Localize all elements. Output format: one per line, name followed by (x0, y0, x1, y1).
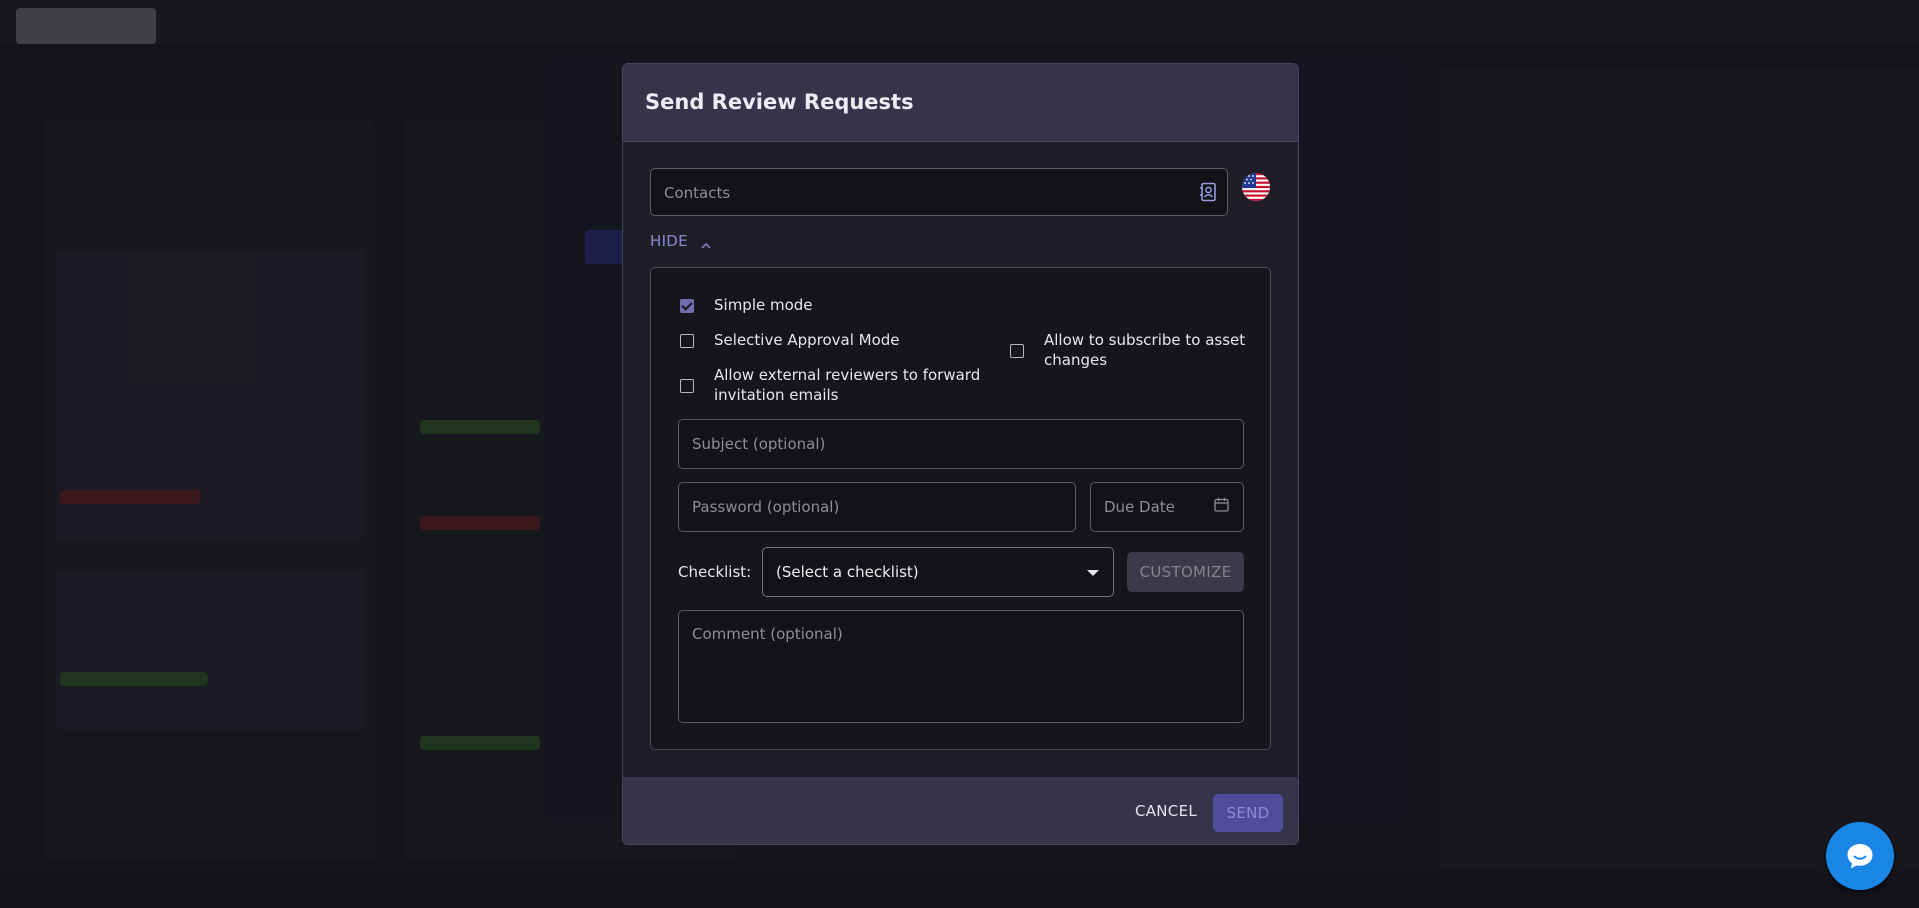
simple-mode-checkbox[interactable] (680, 299, 694, 313)
subscribe-changes-label: Allow to subscribe to asset changes (1044, 330, 1245, 370)
address-book-icon[interactable] (1199, 182, 1217, 202)
calendar-icon[interactable] (1214, 497, 1229, 512)
forward-invitations-label-line2: invitation emails (714, 386, 839, 404)
selective-approval-label: Selective Approval Mode (714, 331, 900, 349)
comment-textarea[interactable]: Comment (optional) (678, 610, 1244, 723)
dialog-header: Send Review Requests (623, 64, 1298, 142)
dialog-title: Send Review Requests (645, 90, 914, 114)
cancel-button[interactable]: CANCEL (1130, 794, 1202, 828)
forward-invitations-label-line1: Allow external reviewers to forward (714, 366, 981, 384)
forward-invitations-checkbox[interactable] (680, 379, 694, 393)
selective-approval-checkbox[interactable] (680, 334, 694, 348)
subscribe-changes-checkbox[interactable] (1010, 344, 1024, 358)
hide-label: HIDE (650, 232, 688, 250)
checklist-label: Checklist: (678, 563, 752, 581)
subject-input[interactable]: Subject (optional) (678, 419, 1244, 469)
simple-mode-label: Simple mode (714, 296, 813, 314)
subscribe-changes-label-line2: changes (1044, 351, 1108, 369)
contacts-placeholder: Contacts (664, 184, 731, 202)
chat-icon (1847, 844, 1873, 869)
subject-placeholder: Subject (optional) (692, 435, 826, 453)
password-input[interactable]: Password (optional) (678, 482, 1076, 532)
send-button[interactable]: SEND (1213, 794, 1283, 832)
customize-button[interactable]: CUSTOMIZE (1127, 552, 1244, 592)
send-review-dialog: Send Review Requests Contacts HIDE Simpl… (622, 63, 1299, 845)
due-date-placeholder: Due Date (1104, 498, 1175, 516)
chevron-up-icon (701, 237, 711, 249)
hide-options-toggle[interactable]: HIDE (650, 232, 711, 250)
contacts-input[interactable]: Contacts (650, 168, 1228, 216)
subscribe-changes-label-line1: Allow to subscribe to asset (1044, 331, 1246, 349)
forward-invitations-label: Allow external reviewers to forward invi… (714, 365, 980, 405)
us-flag-icon[interactable] (1242, 173, 1270, 201)
password-placeholder: Password (optional) (692, 498, 840, 516)
dialog-footer: CANCEL SEND (623, 777, 1298, 844)
checklist-selected-value: (Select a checklist) (776, 563, 919, 581)
support-chat-button[interactable] (1826, 822, 1894, 890)
comment-placeholder: Comment (optional) (692, 625, 843, 643)
checklist-select[interactable]: (Select a checklist) (762, 547, 1114, 597)
due-date-input[interactable]: Due Date (1090, 482, 1244, 532)
options-panel: Simple mode Selective Approval Mode Allo… (650, 267, 1271, 750)
caret-down-icon (1087, 570, 1099, 576)
